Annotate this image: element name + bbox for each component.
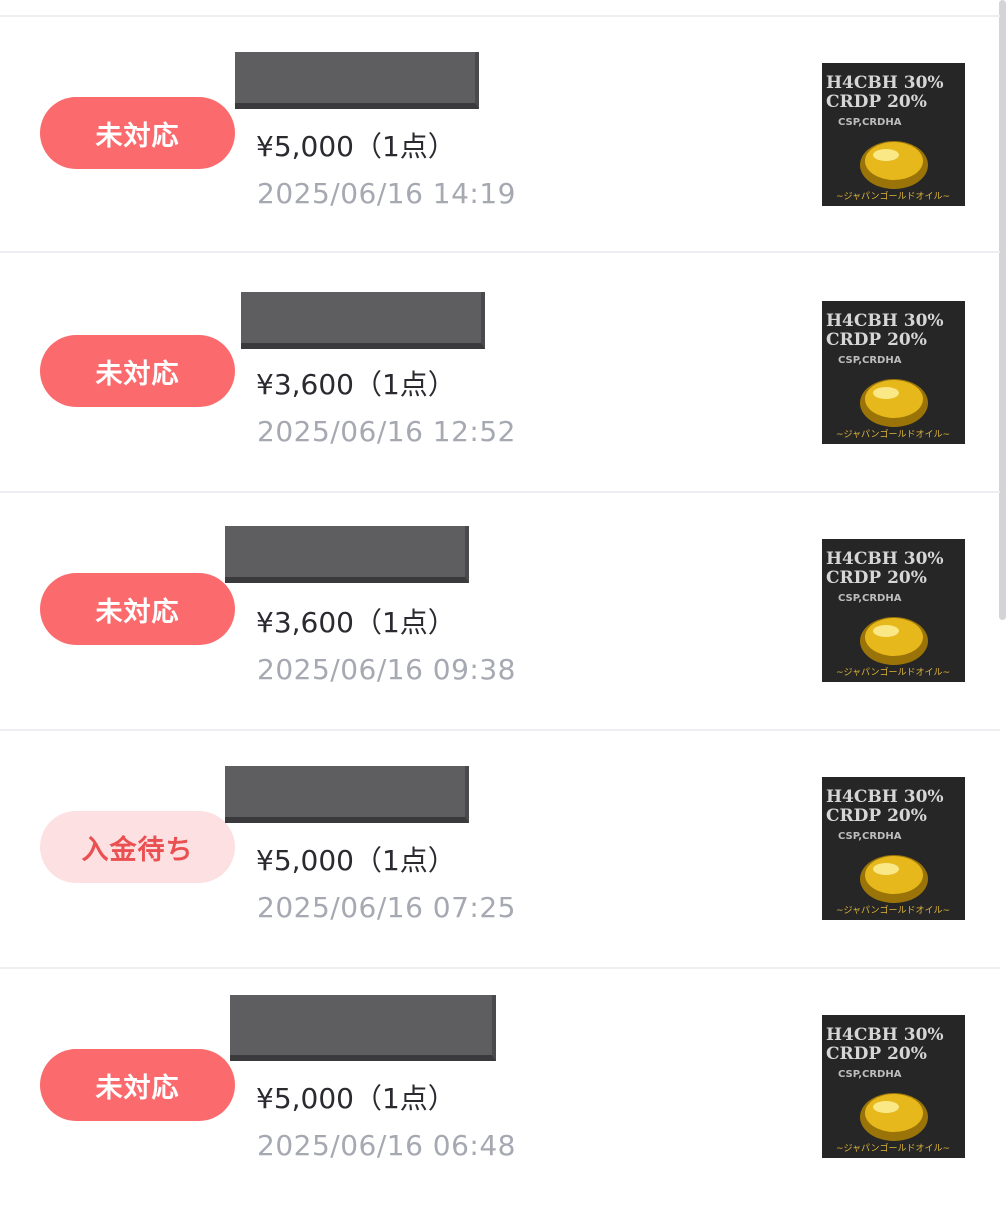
scrollbar[interactable]: [999, 0, 1006, 620]
thumb-footer: ~ジャパンゴールドオイル~: [836, 904, 950, 916]
status-badge: 未対応: [40, 1049, 235, 1121]
redacted-product-name: [241, 292, 485, 349]
thumb-line3: CSP,CRDHA: [838, 117, 902, 128]
redacted-product-name: [225, 526, 469, 583]
thumb-footer: ~ジャパンゴールドオイル~: [836, 190, 950, 202]
order-row[interactable]: 未対応 ¥3,600（1点） 2025/06/16 09:38 H4CBH 30…: [0, 493, 1000, 731]
product-thumbnail[interactable]: H4CBH 30% CRDP 20% CSP,CRDHA ~ジャパンゴールドオイ…: [822, 777, 965, 920]
order-datetime: 2025/06/16 06:48: [257, 1129, 516, 1162]
thumb-line3: CSP,CRDHA: [838, 1069, 902, 1080]
order-datetime: 2025/06/16 12:52: [257, 415, 516, 448]
thumb-footer: ~ジャパンゴールドオイル~: [836, 666, 950, 678]
order-row[interactable]: 未対応 ¥3,600（1点） 2025/06/16 12:52 H4CBH 30…: [0, 255, 1000, 493]
thumb-line2: CRDP 20%: [826, 330, 927, 350]
product-thumbnail[interactable]: H4CBH 30% CRDP 20% CSP,CRDHA ~ジャパンゴールドオイ…: [822, 539, 965, 682]
thumb-line3: CSP,CRDHA: [838, 831, 902, 842]
thumb-line1: H4CBH 30%: [826, 311, 944, 331]
order-row[interactable]: 未対応 ¥5,000（1点） 2025/06/16 14:19 H4CBH 30…: [0, 15, 1000, 253]
thumb-line1: H4CBH 30%: [826, 73, 944, 93]
redacted-product-name: [230, 995, 496, 1061]
order-price: ¥3,600（1点）: [256, 606, 456, 639]
order-price: ¥5,000（1点）: [256, 130, 456, 163]
thumb-footer: ~ジャパンゴールドオイル~: [836, 1142, 950, 1154]
order-datetime: 2025/06/16 09:38: [257, 653, 516, 686]
thumb-footer: ~ジャパンゴールドオイル~: [836, 428, 950, 440]
status-badge: 未対応: [40, 97, 235, 169]
order-datetime: 2025/06/16 14:19: [257, 177, 516, 210]
product-thumbnail[interactable]: H4CBH 30% CRDP 20% CSP,CRDHA ~ジャパンゴールドオイ…: [822, 63, 965, 206]
thumb-line1: H4CBH 30%: [826, 1025, 944, 1045]
thumb-line2: CRDP 20%: [826, 806, 927, 826]
status-badge: 未対応: [40, 335, 235, 407]
order-price: ¥5,000（1点）: [256, 1082, 456, 1115]
thumb-line3: CSP,CRDHA: [838, 593, 902, 604]
product-thumbnail[interactable]: H4CBH 30% CRDP 20% CSP,CRDHA ~ジャパンゴールドオイ…: [822, 1015, 965, 1158]
thumb-line2: CRDP 20%: [826, 568, 927, 588]
thumb-line1: H4CBH 30%: [826, 787, 944, 807]
redacted-product-name: [235, 52, 479, 109]
status-badge: 未対応: [40, 573, 235, 645]
thumb-line2: CRDP 20%: [826, 92, 927, 112]
order-row[interactable]: 入金待ち ¥5,000（1点） 2025/06/16 07:25 H4CBH 3…: [0, 731, 1000, 969]
product-thumbnail[interactable]: H4CBH 30% CRDP 20% CSP,CRDHA ~ジャパンゴールドオイ…: [822, 301, 965, 444]
order-row[interactable]: 未対応 ¥5,000（1点） 2025/06/16 06:48 H4CBH 30…: [0, 969, 1000, 1207]
thumb-line2: CRDP 20%: [826, 1044, 927, 1064]
order-datetime: 2025/06/16 07:25: [257, 891, 516, 924]
status-badge: 入金待ち: [40, 811, 235, 883]
redacted-product-name: [225, 766, 469, 823]
order-price: ¥5,000（1点）: [256, 844, 456, 877]
thumb-line3: CSP,CRDHA: [838, 355, 902, 366]
thumb-line1: H4CBH 30%: [826, 549, 944, 569]
order-price: ¥3,600（1点）: [256, 368, 456, 401]
